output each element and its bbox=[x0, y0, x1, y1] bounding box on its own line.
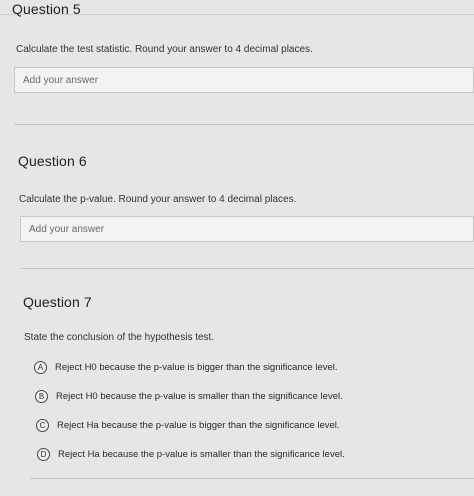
option-a-badge: A bbox=[34, 361, 47, 374]
question-6-prompt: Calculate the p-value. Round your answer… bbox=[19, 194, 297, 205]
question-7-title: Question 7 bbox=[23, 294, 92, 310]
question-6-answer-box[interactable] bbox=[20, 216, 474, 242]
quiz-page: Question 5 Calculate the test statistic.… bbox=[0, 0, 474, 496]
question-7-prompt: State the conclusion of the hypothesis t… bbox=[24, 332, 215, 343]
option-d[interactable]: D Reject Ha because the p-value is small… bbox=[37, 448, 345, 461]
divider bbox=[30, 478, 474, 479]
question-5-prompt: Calculate the test statistic. Round your… bbox=[16, 44, 313, 55]
divider bbox=[14, 124, 474, 125]
option-a-text: Reject H0 because the p-value is bigger … bbox=[55, 362, 338, 373]
option-b-text: Reject H0 because the p-value is smaller… bbox=[56, 391, 343, 402]
divider bbox=[20, 268, 474, 269]
question-6-answer-input[interactable] bbox=[21, 217, 473, 241]
option-d-text: Reject Ha because the p-value is smaller… bbox=[58, 449, 345, 460]
option-c[interactable]: C Reject Ha because the p-value is bigge… bbox=[36, 419, 340, 432]
option-d-badge: D bbox=[37, 448, 50, 461]
option-c-text: Reject Ha because the p-value is bigger … bbox=[57, 420, 340, 431]
question-5-answer-box[interactable] bbox=[14, 67, 474, 93]
question-5-answer-input[interactable] bbox=[15, 68, 473, 92]
option-b-badge: B bbox=[35, 390, 48, 403]
question-5-title: Question 5 bbox=[12, 1, 81, 17]
option-b[interactable]: B Reject H0 because the p-value is small… bbox=[35, 390, 343, 403]
option-c-badge: C bbox=[36, 419, 49, 432]
option-a[interactable]: A Reject H0 because the p-value is bigge… bbox=[34, 361, 338, 374]
question-6-title: Question 6 bbox=[18, 153, 87, 169]
